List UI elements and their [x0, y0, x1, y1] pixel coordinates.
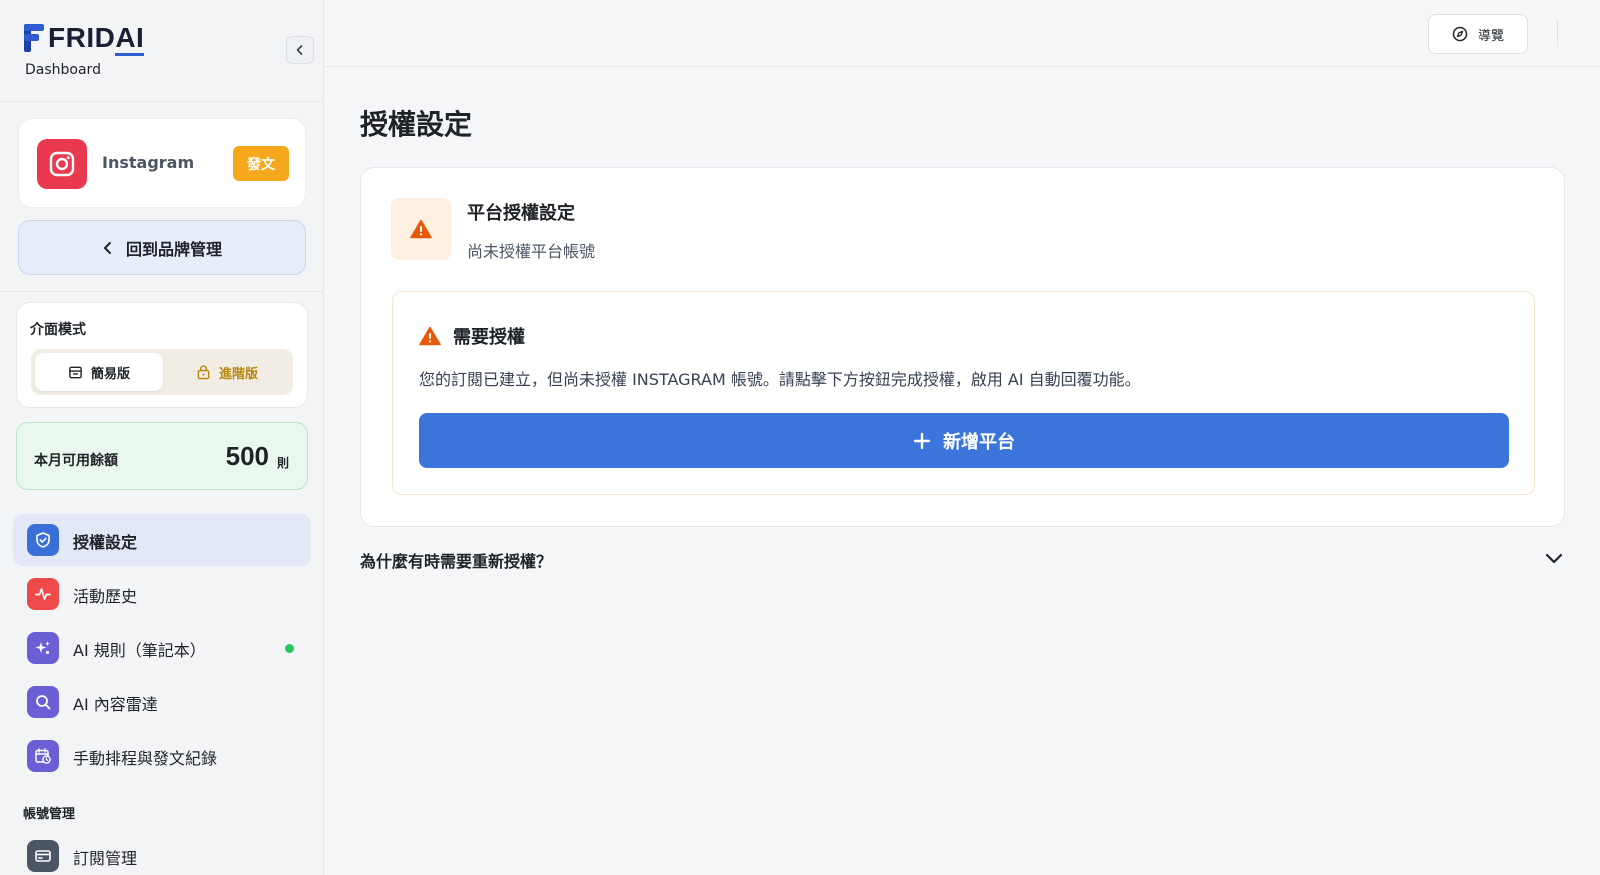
archive-icon	[69, 366, 82, 378]
warning-triangle-icon	[410, 219, 432, 239]
activity-pulse-icon	[27, 578, 59, 610]
advanced-mode-button[interactable]: 進階版	[165, 353, 289, 391]
brand-subtitle: Dashboard	[25, 62, 101, 78]
post-badge[interactable]: 發文	[233, 146, 289, 181]
platform-name: Instagram	[102, 153, 195, 172]
search-icon	[27, 686, 59, 718]
chevron-down-icon	[1545, 553, 1563, 564]
alert-title: 需要授權	[453, 327, 525, 348]
sidebar-item-authorization[interactable]: 授權設定	[13, 514, 311, 566]
divider	[0, 291, 324, 292]
back-to-brand-button[interactable]: 回到品牌管理	[18, 220, 306, 275]
sidebar-item-label: AI 內容雷達	[73, 695, 158, 714]
chevron-left-icon	[103, 241, 111, 254]
sidebar-item-ai-rules[interactable]: AI 規則（筆記本）	[13, 622, 311, 674]
logo-ai-text: AI	[115, 22, 145, 56]
interface-mode-card: 介面模式 簡易版 進階版	[16, 302, 308, 408]
logo[interactable]: FRIDAI	[24, 22, 145, 56]
quota-unit: 則	[276, 456, 289, 470]
warning-icon-box	[391, 198, 451, 260]
sparkles-icon	[27, 632, 59, 664]
faq-question: 為什麼有時需要重新授權？	[360, 552, 553, 571]
sidebar-item-ai-radar[interactable]: AI 內容雷達	[13, 676, 311, 728]
sidebar-item-activity-history[interactable]: 活動歷史	[13, 568, 311, 620]
warning-triangle-icon	[419, 326, 441, 346]
alert-message: 您的訂閱已建立，但尚未授權 INSTAGRAM 帳號。請點擊下方按鈕完成授權，啟…	[419, 370, 1141, 389]
quota-card: 本月可用餘額 500 則	[16, 422, 308, 490]
authorization-panel: 平台授權設定 尚未授權平台帳號 需要授權 您的訂閱已建立，但尚未授權 INSTA…	[360, 167, 1565, 527]
brand-header: FRIDAI Dashboard	[0, 0, 323, 102]
simple-mode-label: 簡易版	[90, 366, 130, 382]
quota-value: 500	[225, 441, 269, 471]
credit-card-icon	[27, 840, 59, 872]
compass-icon	[1452, 26, 1468, 42]
sidebar-item-label: AI 規則（筆記本）	[73, 641, 206, 660]
status-dot	[285, 644, 294, 653]
authorization-required-alert: 需要授權 您的訂閱已建立，但尚未授權 INSTAGRAM 帳號。請點擊下方按鈕完…	[392, 291, 1535, 495]
panel-title: 平台授權設定	[467, 203, 575, 224]
calendar-clock-icon	[27, 740, 59, 772]
simple-mode-button[interactable]: 簡易版	[35, 353, 163, 391]
sidebar-item-label: 授權設定	[73, 533, 138, 552]
guide-label: 導覽	[1477, 28, 1504, 44]
mode-switch: 簡易版 進階版	[31, 349, 293, 395]
platform-card: Instagram 發文	[18, 118, 306, 208]
advanced-mode-label: 進階版	[218, 366, 258, 382]
collapse-sidebar-button[interactable]	[286, 36, 314, 64]
sidebar: FRIDAI Dashboard Instagram 發文 回到品牌管理 介面模…	[0, 0, 324, 875]
logo-text: FRID	[48, 22, 116, 53]
faq-reauthorize[interactable]: 為什麼有時需要重新授權？	[360, 545, 1565, 573]
sidebar-item-schedule[interactable]: 手動排程與發文紀錄	[13, 730, 311, 782]
logo-mark-icon	[24, 24, 44, 52]
sidebar-item-label: 訂閱管理	[73, 849, 138, 868]
shield-check-icon	[27, 524, 59, 556]
account-section-title: 帳號管理	[23, 807, 76, 822]
quota-label: 本月可用餘額	[34, 453, 118, 469]
divider	[1557, 20, 1558, 46]
page-title: 授權設定	[360, 108, 473, 141]
sidebar-item-label: 活動歷史	[73, 587, 138, 606]
back-button-label: 回到品牌管理	[125, 239, 222, 259]
sidebar-item-subscription[interactable]: 訂閱管理	[13, 830, 311, 875]
lock-icon	[197, 365, 210, 380]
guide-button[interactable]: 導覽	[1428, 14, 1528, 54]
panel-subtitle: 尚未授權平台帳號	[467, 242, 596, 261]
add-platform-button[interactable]: 新增平台	[419, 413, 1509, 468]
plus-icon	[913, 432, 931, 449]
sidebar-item-label: 手動排程與發文紀錄	[73, 749, 218, 768]
topbar: 導覽	[325, 0, 1600, 67]
chevron-left-icon	[296, 45, 303, 55]
instagram-icon	[37, 139, 87, 189]
add-platform-label: 新增平台	[943, 431, 1015, 453]
mode-title: 介面模式	[30, 322, 86, 338]
